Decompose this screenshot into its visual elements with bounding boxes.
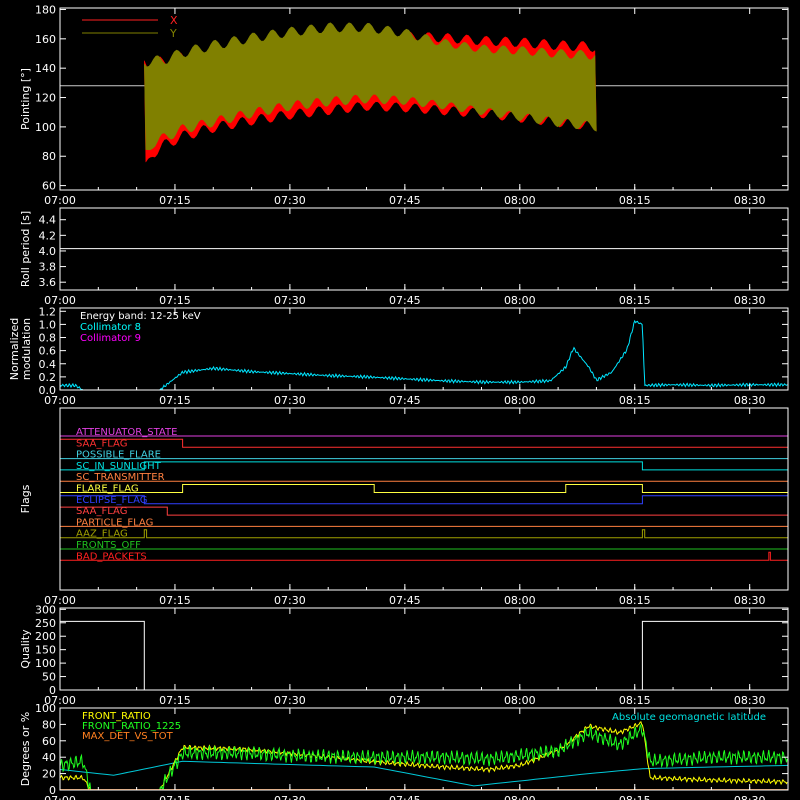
y-tick-label: 80 — [42, 150, 56, 163]
y-tick-label: 3.6 — [39, 276, 57, 289]
y-tick-label: 100 — [35, 702, 56, 715]
y-tick-label: 300 — [35, 603, 56, 616]
y-axis-label: Normalizedmodulation — [8, 318, 33, 380]
x-tick-label: 07:15 — [159, 294, 191, 307]
y-tick-label: 60 — [42, 180, 56, 193]
x-tick-label: 08:30 — [734, 594, 766, 607]
y-tick-label: 100 — [35, 121, 56, 134]
y-axis-label: Degrees or % — [19, 712, 32, 786]
x-tick-label: 08:15 — [619, 794, 651, 800]
x-tick-label: 07:45 — [389, 794, 421, 800]
x-tick-label: 08:15 — [619, 294, 651, 307]
x-tick-label: 08:15 — [619, 194, 651, 207]
x-tick-label: 08:00 — [504, 794, 536, 800]
y-tick-label: 150 — [35, 644, 56, 657]
x-tick-label: 07:45 — [389, 594, 421, 607]
y-axis-label: Flags — [19, 484, 32, 513]
flag-label: SC_TRANSMITTER — [76, 472, 165, 483]
x-tick-label: 08:00 — [504, 194, 536, 207]
x-tick-label: 08:15 — [619, 394, 651, 407]
x-tick-label: 08:15 — [619, 694, 651, 707]
flag-label: AAZ_FLAG — [76, 529, 128, 540]
y-tick-label: 0 — [49, 684, 56, 697]
y-tick-label: 40 — [42, 751, 56, 764]
x-tick-label: 07:45 — [389, 194, 421, 207]
x-tick-label: 08:30 — [734, 694, 766, 707]
y-tick-label: 80 — [42, 718, 56, 731]
annotation-label: Absolute geomagnetic latitude — [612, 712, 766, 723]
y-tick-label: 250 — [35, 617, 56, 630]
y-axis-label: Roll period [s] — [19, 211, 32, 287]
y-tick-label: 200 — [35, 630, 56, 643]
y-tick-label: 100 — [35, 657, 56, 670]
flag-label: SAA_FLAG — [76, 506, 127, 517]
y-tick-label: 1.2 — [39, 305, 57, 318]
x-tick-label: 07:15 — [159, 694, 191, 707]
flag-label: PARTICLE_FLAG — [76, 517, 153, 528]
x-tick-label: 07:15 — [159, 594, 191, 607]
flag-label: SC_IN_SUNLIGHT — [76, 461, 162, 472]
y-tick-label: 180 — [35, 3, 56, 16]
x-tick-label: 08:00 — [504, 594, 536, 607]
x-tick-label: 07:15 — [159, 794, 191, 800]
y-tick-label: 0.6 — [39, 345, 57, 358]
plot-stack: 07:00 07:15 07:30 07:45 08:00 08:15 08:30 60 80 1… — [0, 0, 800, 800]
y-tick-label: 0 — [49, 784, 56, 797]
x-tick-label: 07:45 — [389, 694, 421, 707]
y-tick-label: 3.8 — [39, 261, 57, 274]
legend-label: Y — [169, 27, 177, 40]
legend-label: Energy band: 12-25 keV — [80, 311, 201, 322]
x-tick-label: 08:00 — [504, 294, 536, 307]
legend-label: X — [170, 14, 178, 27]
x-tick-label: 07:30 — [274, 794, 306, 800]
x-tick-label: 07:15 — [159, 394, 191, 407]
x-tick-label: 08:30 — [734, 294, 766, 307]
y-tick-label: 60 — [42, 735, 56, 748]
x-tick-label: 07:30 — [274, 194, 306, 207]
x-tick-label: 08:15 — [619, 594, 651, 607]
x-tick-label: 08:30 — [734, 394, 766, 407]
flag-label: SAA_FLAG — [76, 438, 127, 449]
y-tick-label: 0.2 — [39, 371, 57, 384]
y-tick-label: 50 — [42, 671, 56, 684]
x-tick-label: 08:00 — [504, 394, 536, 407]
x-tick-label: 07:00 — [44, 194, 76, 207]
legend-label: Collimator 8 — [80, 322, 141, 333]
y-tick-label: 120 — [35, 92, 56, 105]
y-tick-label: 20 — [42, 768, 56, 781]
y-tick-label: 140 — [35, 62, 56, 75]
x-tick-label: 07:30 — [274, 294, 306, 307]
x-tick-label: 08:30 — [734, 194, 766, 207]
y-tick-label: 4.4 — [39, 214, 57, 227]
y-axis-label: Quality — [19, 629, 32, 669]
y-tick-label: 4.2 — [39, 229, 57, 242]
x-tick-label: 07:15 — [159, 194, 191, 207]
flag-label: ATTENUATOR_STATE — [76, 427, 177, 438]
flag-label: FLARE_FLAG — [76, 484, 139, 495]
x-tick-label: 08:30 — [734, 794, 766, 800]
legend-label: Collimator 9 — [80, 333, 141, 344]
x-tick-label: 07:30 — [274, 394, 306, 407]
x-tick-label: 07:30 — [274, 694, 306, 707]
flag-label: FRONTS_OFF — [76, 540, 141, 551]
y-tick-label: 0.8 — [39, 332, 57, 345]
y-tick-label: 160 — [35, 33, 56, 46]
flag-label: POSSIBLE_FLARE — [76, 450, 161, 461]
y-tick-label: 0.0 — [39, 384, 57, 397]
flag-label: ECLIPSE_FLAG — [76, 495, 147, 506]
x-tick-label: 08:00 — [504, 694, 536, 707]
x-tick-label: 07:45 — [389, 394, 421, 407]
legend-label: MAX_DET_VS_TOT — [82, 731, 174, 742]
y-tick-label: 4.0 — [39, 245, 57, 258]
y-tick-label: 0.4 — [39, 358, 57, 371]
y-tick-label: 1.0 — [39, 318, 57, 331]
y-axis-label: Pointing [°] — [19, 68, 32, 130]
x-tick-label: 07:45 — [389, 294, 421, 307]
x-tick-label: 07:30 — [274, 594, 306, 607]
flag-label: BAD_PACKETS — [76, 551, 147, 562]
